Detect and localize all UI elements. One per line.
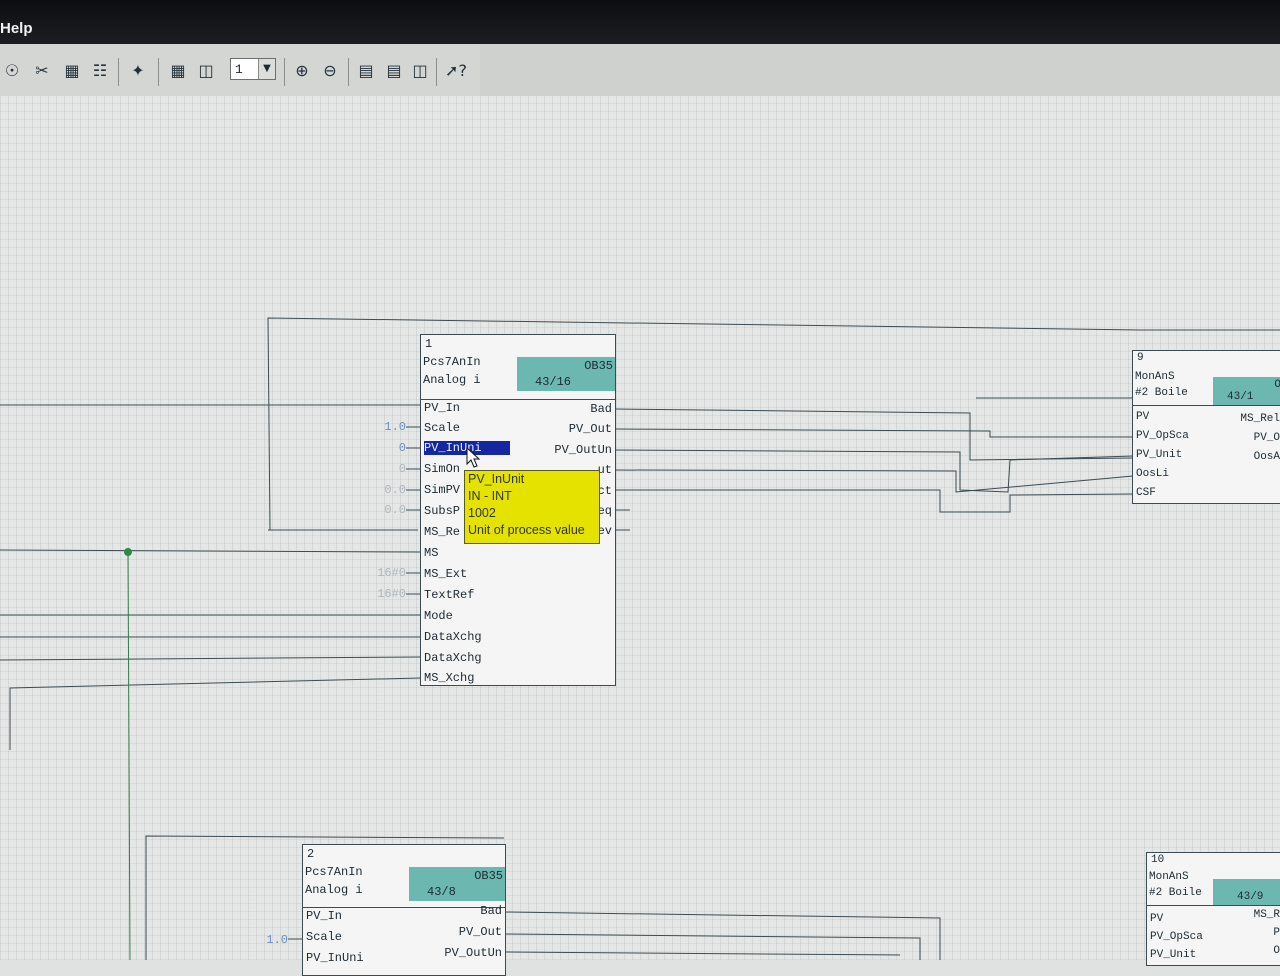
function-block-2[interactable]: 2 Pcs7AnIn Analog i OB35 43/8 PV_In Scal… bbox=[302, 844, 506, 976]
block-name: Analog i bbox=[423, 373, 481, 387]
output-pin[interactable]: PV_OutUn bbox=[554, 443, 612, 457]
block-number: 9 bbox=[1137, 352, 1144, 364]
ob-badge: 43/9 bbox=[1213, 879, 1280, 905]
output-pin[interactable]: MS_R bbox=[1254, 909, 1280, 921]
input-pin[interactable]: MS_Ext bbox=[424, 567, 467, 581]
input-pin[interactable]: OosLi bbox=[1136, 468, 1169, 480]
block-number: 2 bbox=[307, 847, 315, 861]
pin-tooltip: PV_InUnit IN - INT 1002 Unit of process … bbox=[464, 470, 600, 544]
block-number: 1 bbox=[425, 337, 433, 351]
output-pin[interactable]: O bbox=[1273, 945, 1280, 957]
input-pin[interactable]: DataXchg bbox=[424, 651, 482, 665]
output-pin[interactable]: Bad bbox=[590, 402, 612, 416]
function-block-10[interactable]: 10 MonAnS #2 Boile 43/9 PV PV_OpSca PV_U… bbox=[1146, 852, 1280, 966]
input-pin[interactable]: Scale bbox=[306, 930, 342, 944]
block-name: #2 Boile bbox=[1135, 387, 1188, 399]
output-pin[interactable]: MS_Rel bbox=[1240, 413, 1280, 425]
input-pin[interactable]: PV_Unit bbox=[1150, 949, 1196, 961]
seq-label: 43/1 bbox=[1227, 391, 1254, 403]
param-ms-ext[interactable]: 16#0 bbox=[362, 566, 406, 580]
input-pin[interactable]: Mode bbox=[424, 609, 453, 623]
seq-label: 43/8 bbox=[427, 885, 456, 899]
input-pin[interactable]: SubsP bbox=[424, 504, 460, 518]
block-type: Pcs7AnIn bbox=[423, 355, 481, 369]
mouse-cursor-icon bbox=[466, 447, 481, 468]
input-pin[interactable]: MS_Xchg bbox=[424, 671, 474, 685]
input-pin[interactable]: CSF bbox=[1136, 487, 1156, 499]
tooltip-pin-type: IN - INT bbox=[468, 489, 512, 503]
input-pin[interactable]: MS_Re bbox=[424, 525, 460, 539]
output-pin[interactable]: OosA bbox=[1254, 451, 1280, 463]
output-pin[interactable]: Bad bbox=[480, 904, 502, 918]
block-name: Analog i bbox=[305, 883, 363, 897]
output-pin[interactable]: P bbox=[1273, 927, 1280, 939]
ob-label: O bbox=[1274, 379, 1280, 391]
ob-label: OB35 bbox=[584, 359, 613, 373]
param-textref[interactable]: 16#0 bbox=[362, 587, 406, 601]
junction-dot bbox=[124, 548, 132, 556]
tooltip-pin-comment: Unit of process value bbox=[468, 523, 585, 537]
input-pin[interactable]: DataXchg bbox=[424, 630, 482, 644]
function-block-9[interactable]: 9 MonAnS #2 Boile O 43/1 PV PV_OpSca PV_… bbox=[1132, 350, 1280, 504]
input-pin[interactable]: PV bbox=[1150, 913, 1163, 925]
tooltip-pin-value: 1002 bbox=[468, 506, 496, 520]
output-pin[interactable]: PV_Out bbox=[459, 925, 502, 939]
block-header: 10 MonAnS #2 Boile 43/9 bbox=[1147, 853, 1280, 906]
param-subspv[interactable]: 0.0 bbox=[362, 503, 406, 517]
seq-label: 43/16 bbox=[535, 375, 572, 389]
ob-label: OB35 bbox=[474, 869, 503, 883]
input-pin[interactable]: PV_Unit bbox=[1136, 449, 1182, 461]
input-pin[interactable]: SimPV bbox=[424, 483, 460, 497]
ob-badge: OB35 43/16 bbox=[517, 357, 615, 391]
block-number: 10 bbox=[1151, 854, 1165, 866]
ob-badge: O 43/1 bbox=[1213, 377, 1280, 405]
block-header: 1 Pcs7AnIn Analog i OB35 43/16 bbox=[421, 335, 615, 400]
connection-lines bbox=[0, 317, 1280, 960]
param-simpv[interactable]: 0.0 bbox=[362, 483, 406, 497]
block-header: 2 Pcs7AnIn Analog i OB35 43/8 bbox=[303, 845, 505, 908]
input-pin[interactable]: PV_OpSca bbox=[1150, 931, 1203, 943]
input-pin[interactable]: PV bbox=[1136, 411, 1149, 423]
tooltip-pin-name: PV_InUnit bbox=[468, 472, 525, 486]
input-pin[interactable]: SimOn bbox=[424, 462, 460, 476]
output-pin[interactable]: PV_OutUn bbox=[444, 946, 502, 960]
block-type: Pcs7AnIn bbox=[305, 865, 363, 879]
block-type: MonAnS bbox=[1135, 371, 1175, 383]
input-pin[interactable]: PV_OpSca bbox=[1136, 430, 1189, 442]
param-simon[interactable]: 0 bbox=[362, 462, 406, 476]
block-type: MonAnS bbox=[1149, 871, 1189, 883]
output-pin[interactable]: PV_O bbox=[1254, 432, 1280, 444]
param-scale[interactable]: 1.0 bbox=[244, 933, 288, 947]
block-name: #2 Boile bbox=[1149, 887, 1202, 899]
output-pin[interactable]: PV_Out bbox=[569, 422, 612, 436]
input-pin[interactable]: PV_InUni bbox=[306, 951, 364, 965]
seq-label: 43/9 bbox=[1237, 891, 1264, 903]
param-stub bbox=[288, 938, 302, 940]
input-pin[interactable]: PV_In bbox=[306, 909, 342, 923]
param-pv-inunit[interactable]: 0 bbox=[362, 441, 406, 455]
input-pin[interactable]: TextRef bbox=[424, 588, 474, 602]
input-pin[interactable]: MS bbox=[424, 546, 438, 560]
input-pin[interactable]: Scale bbox=[424, 421, 460, 435]
param-scale[interactable]: 1.0 bbox=[362, 420, 406, 434]
ob-badge: OB35 43/8 bbox=[409, 867, 505, 901]
block-header: 9 MonAnS #2 Boile O 43/1 bbox=[1133, 351, 1280, 406]
input-pin[interactable]: PV_In bbox=[424, 401, 460, 415]
